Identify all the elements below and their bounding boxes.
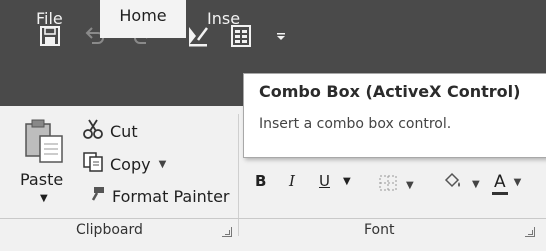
tooltip-title: Combo Box (ActiveX Control) (259, 82, 521, 101)
font-color-button[interactable]: A ▼ (492, 172, 522, 195)
format-painter-button[interactable]: Format Painter (88, 185, 229, 207)
customize-icon[interactable] (270, 16, 292, 56)
tooltip-description: Insert a combo box control. (259, 116, 452, 132)
copy-dropdown-icon[interactable]: ▼ (159, 159, 167, 170)
tooltip: Combo Box (ActiveX Control) Insert a com… (243, 73, 546, 158)
ribbon-divider (0, 218, 546, 219)
font-launcher-icon[interactable] (525, 227, 535, 237)
paint-bucket-icon (442, 172, 464, 196)
clipboard-group-label: Clipboard (76, 222, 143, 238)
paintbrush-icon (88, 185, 106, 207)
bold-button[interactable]: B (255, 172, 266, 190)
tab-home[interactable]: Home (100, 0, 186, 38)
borders-button[interactable]: ▼ (378, 174, 414, 196)
copy-icon (82, 151, 104, 177)
borders-dropdown-icon[interactable]: ▼ (406, 180, 414, 191)
copy-button[interactable]: Copy ▼ (82, 151, 166, 177)
scissors-icon (82, 118, 104, 144)
font-color-icon: A (494, 172, 506, 192)
tab-file[interactable]: File (36, 0, 63, 38)
paste-dropdown-icon[interactable]: ▼ (40, 193, 48, 204)
tab-insert[interactable]: Inse (207, 0, 240, 38)
fill-color-button[interactable]: ▼ (442, 172, 480, 196)
format-painter-label: Format Painter (112, 186, 230, 206)
font-color-dropdown-icon[interactable]: ▼ (514, 177, 522, 188)
paste-icon (22, 118, 66, 168)
borders-icon (378, 174, 398, 196)
cut-button[interactable]: Cut (82, 118, 138, 144)
font-group-label: Font (364, 222, 395, 238)
copy-label: Copy (110, 154, 151, 174)
clipboard-launcher-icon[interactable] (222, 227, 232, 237)
cut-label: Cut (110, 121, 138, 141)
paste-label[interactable]: Paste (20, 170, 63, 189)
italic-button[interactable]: I (289, 172, 295, 190)
underline-dropdown-icon[interactable]: ▼ (343, 176, 351, 187)
paste-button[interactable] (22, 118, 66, 168)
fill-color-dropdown-icon[interactable]: ▼ (472, 179, 480, 190)
underline-button[interactable]: U (319, 172, 330, 190)
